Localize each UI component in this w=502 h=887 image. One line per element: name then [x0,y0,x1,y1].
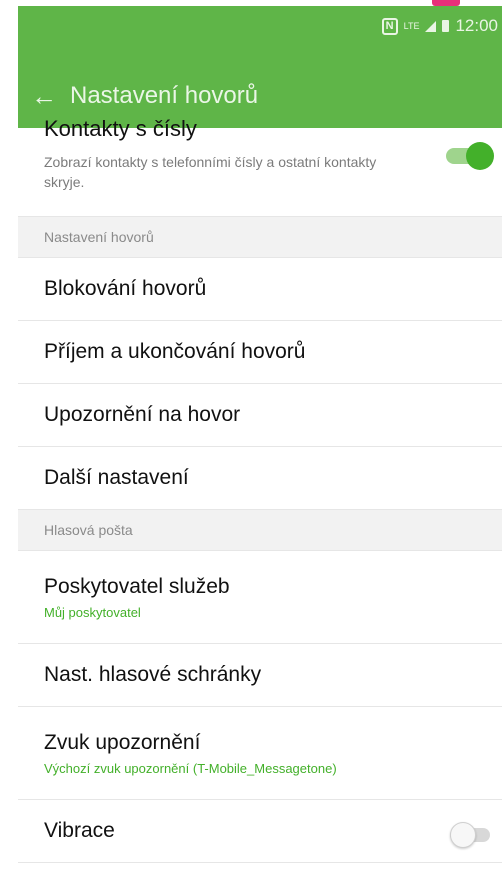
answer-end-calls-item[interactable]: Příjem a ukončování hovorů [18,321,502,384]
nfc-icon: N [381,17,398,35]
notification-sound-value: Výchozí zvuk upozornění (T-Mobile_Messag… [44,760,337,776]
vibration-label: Vibrace [44,819,115,842]
toggle-thumb [450,822,476,848]
notification-sound-item[interactable]: Zvuk upozornění Výchozí zvuk upozornění … [18,707,502,800]
service-provider-value: Můj poskytovatel [44,604,141,620]
signal-icon [425,20,437,32]
call-alerts-item[interactable]: Upozornění na hovor [18,384,502,447]
contacts-with-numbers-description: Zobrazí kontakty s telefonními čísly a o… [44,154,377,190]
page-title: Nastavení hovorů [70,82,259,109]
call-blocking-item[interactable]: Blokování hovorů [18,258,502,321]
status-bar: N LTE 12:00 [381,16,498,36]
notification-sound-label: Zvuk upozornění [44,730,201,754]
voicemail-settings-item[interactable]: Nast. hlasové schránky [18,644,502,707]
vibration-toggle[interactable] [450,822,494,848]
lte-icon: LTE [403,21,420,31]
contacts-with-numbers-toggle[interactable] [446,142,496,170]
section-header-voicemail: Hlasová pošta [18,510,502,551]
vibration-item[interactable]: Vibrace [18,800,502,863]
section-header-call-settings: Nastavení hovorů [18,217,502,258]
service-provider-item[interactable]: Poskytovatel služeb Můj poskytovatel [18,551,502,644]
contacts-with-numbers-label: Kontakty s čísly [44,116,197,141]
contacts-with-numbers-row[interactable]: Kontakty s čísly Zobrazí kontakty s tele… [18,116,502,217]
status-time: 12:00 [455,16,498,35]
more-settings-item[interactable]: Další nastavení [18,447,502,510]
top-app-bar: N LTE 12:00 ← Nastavení hovorů [18,6,502,128]
toggle-thumb [466,142,494,170]
service-provider-label: Poskytovatel služeb [44,574,230,598]
settings-list: Kontakty s čísly Zobrazí kontakty s tele… [18,116,502,863]
battery-icon [442,20,450,32]
back-arrow-icon[interactable]: ← [18,83,70,109]
